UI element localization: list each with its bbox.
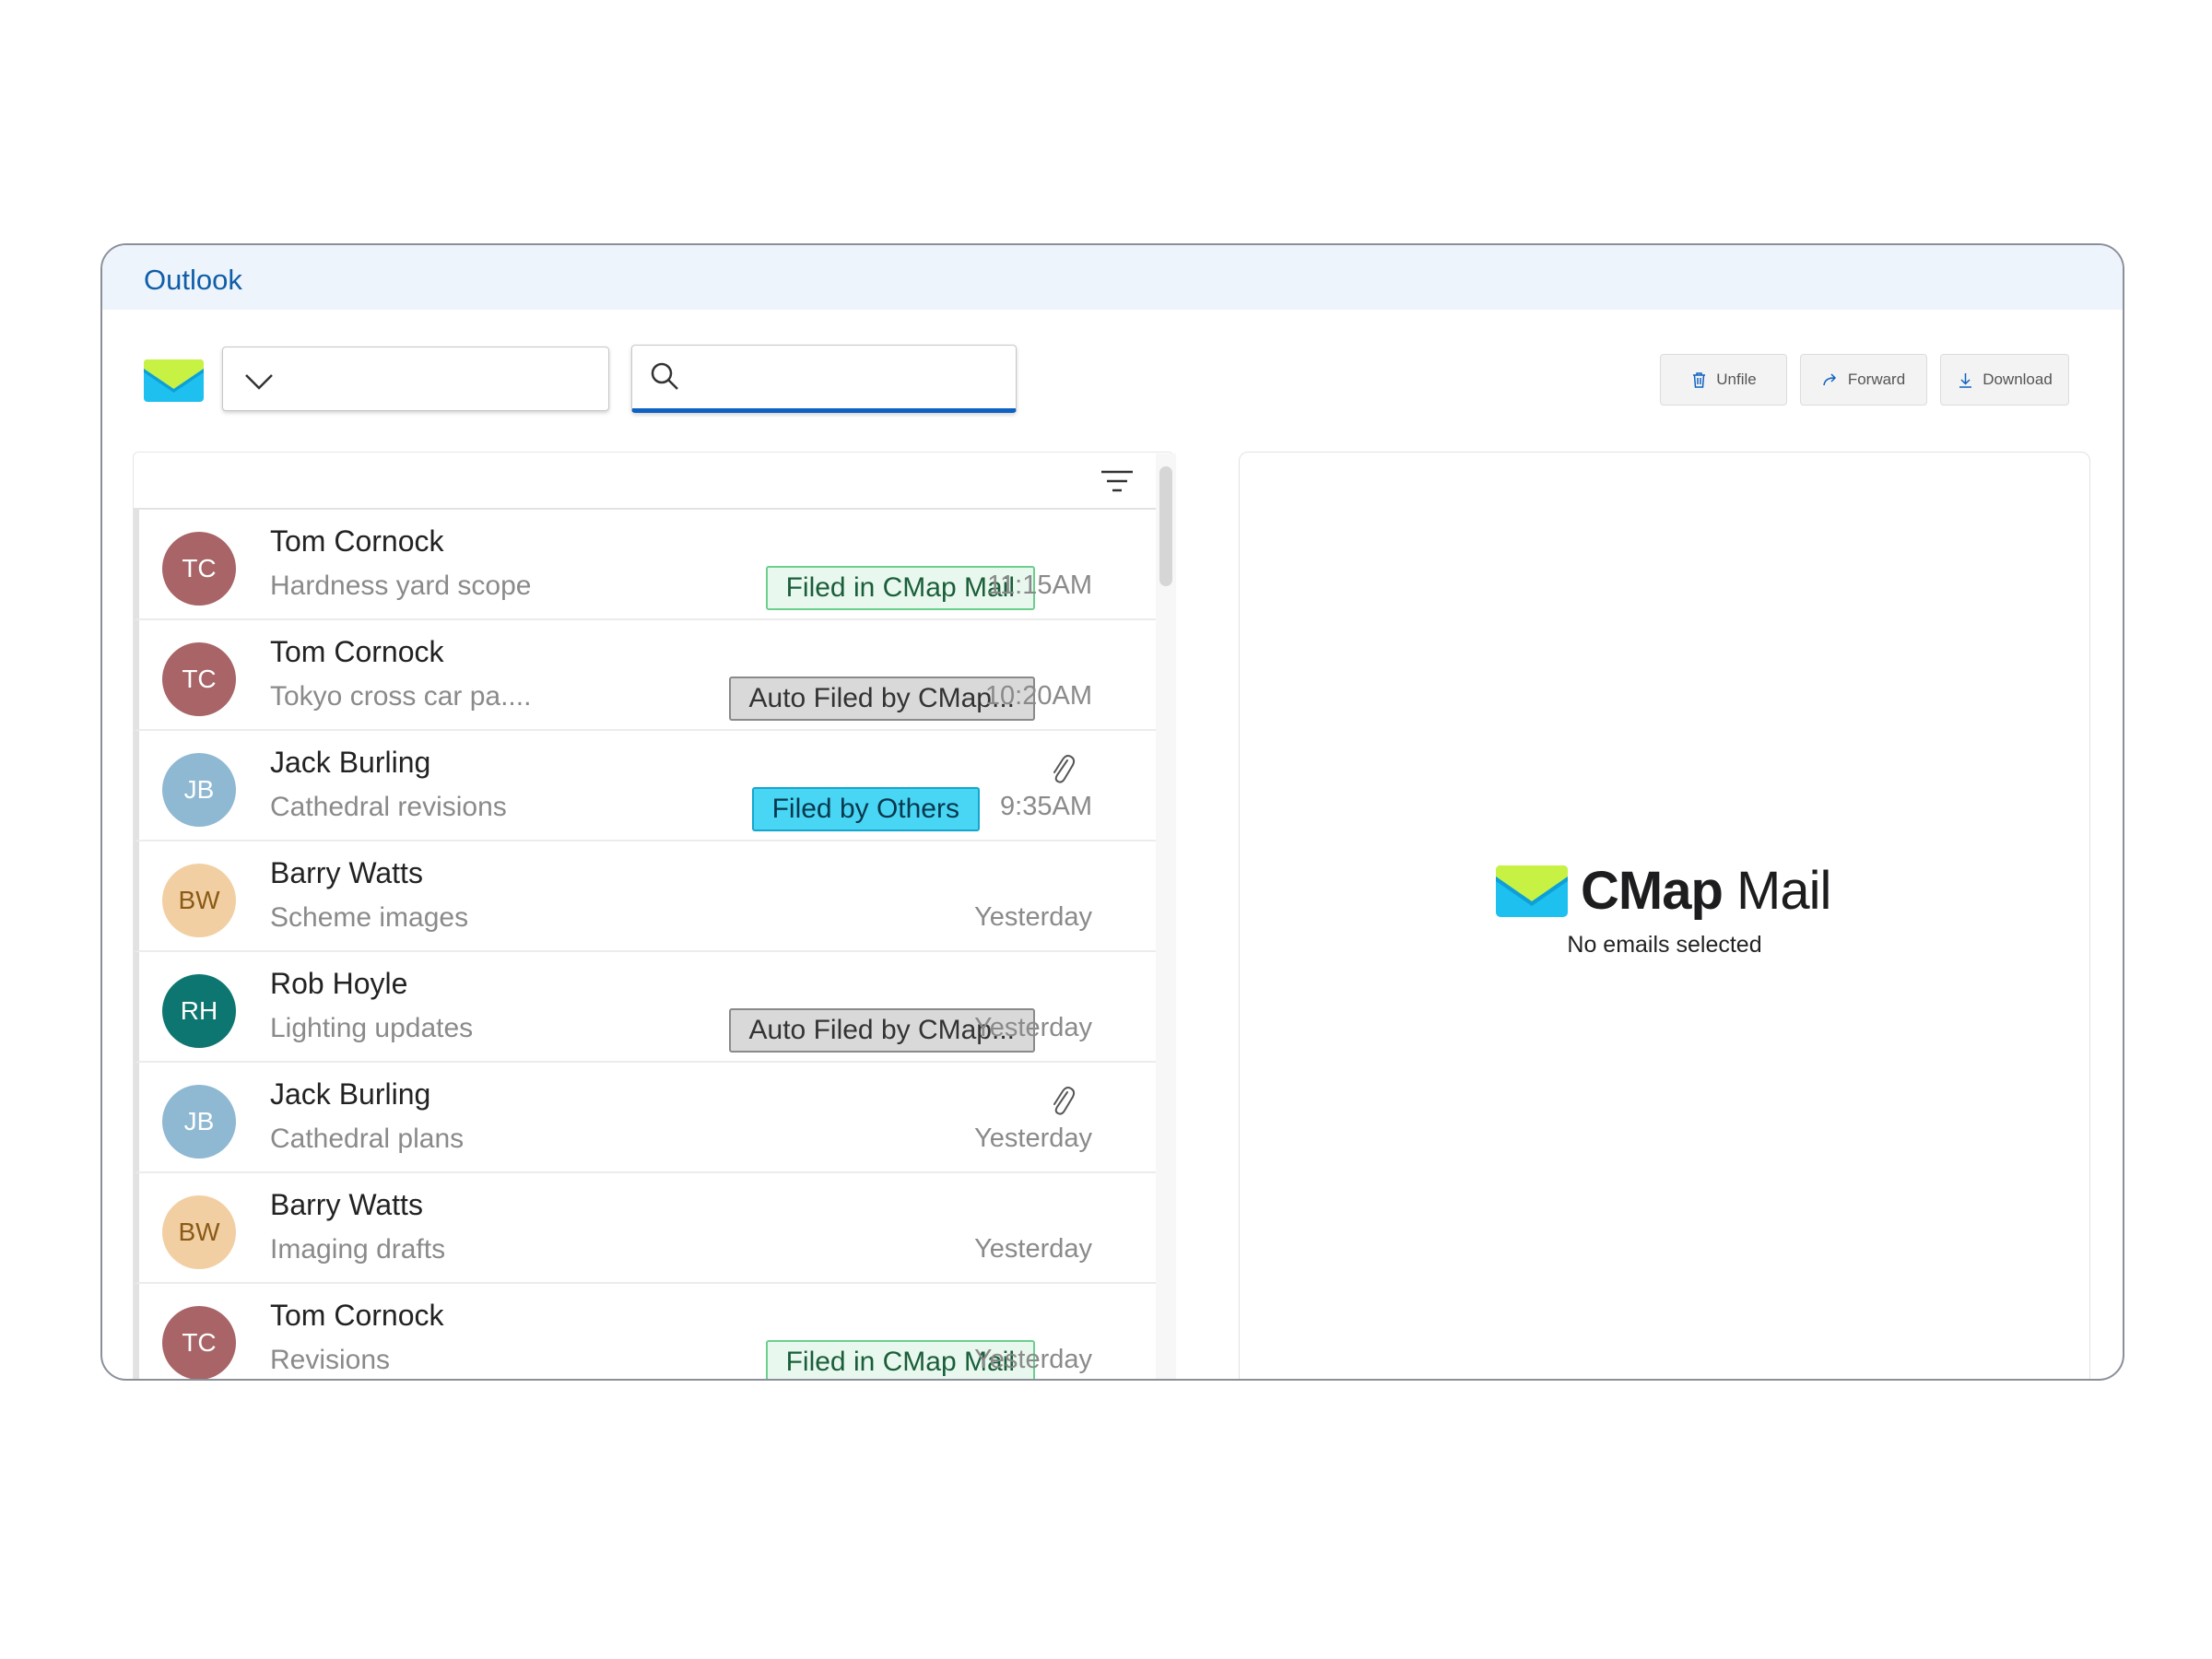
- window-title: Outlook: [144, 264, 242, 296]
- email-subject: Revisions: [270, 1345, 391, 1375]
- email-sender: Jack Burling: [270, 1077, 431, 1111]
- email-list-panel: TC Tom Cornock Hardness yard scope Filed in…: [133, 452, 1174, 1379]
- email-sender: Barry Watts: [270, 1188, 423, 1221]
- email-sender: Rob Hoyle: [270, 967, 408, 1000]
- forward-button[interactable]: Forward: [1800, 354, 1927, 406]
- email-sender: Tom Cornock: [270, 635, 444, 668]
- avatar: TC: [162, 642, 236, 716]
- paperclip-icon: [1053, 1087, 1076, 1115]
- avatar: TC: [162, 1306, 236, 1379]
- email-time: 11:15AM: [987, 571, 1092, 600]
- scrollbar-thumb[interactable]: [1159, 466, 1172, 586]
- download-label: Download: [1983, 371, 2053, 388]
- cmap-mail-brand: CMap Mail: [1496, 860, 1831, 922]
- brand-name: CMap Mail: [1581, 860, 1831, 922]
- email-list-header: [134, 453, 1173, 510]
- email-subject: Lighting updates: [270, 1013, 474, 1043]
- email-row[interactable]: TC Tom Cornock Tokyo cross car pa.... Auto …: [134, 620, 1173, 731]
- email-subject: Hardness yard scope: [270, 571, 532, 601]
- unfile-button[interactable]: Unfile: [1660, 354, 1787, 406]
- trash-icon: [1693, 371, 1706, 388]
- avatar: JB: [162, 1085, 236, 1159]
- brand-name-regular: Mail: [1722, 861, 1831, 921]
- empty-state-message: No emails selected: [1567, 932, 1762, 958]
- brand-name-bold: CMap: [1581, 861, 1724, 921]
- cmap-mail-envelope-icon: [1496, 865, 1568, 917]
- search-input[interactable]: [691, 355, 995, 401]
- email-time: Yesterday: [974, 1013, 1092, 1042]
- email-subject: Scheme images: [270, 902, 469, 933]
- email-list: TC Tom Cornock Hardness yard scope Filed in…: [134, 510, 1173, 1379]
- email-list-scrollbar[interactable]: [1156, 453, 1176, 1379]
- search-icon: [651, 362, 678, 390]
- email-subject: Tokyo cross car pa....: [270, 681, 532, 712]
- email-subject: Cathedral revisions: [270, 792, 507, 822]
- email-sender: Barry Watts: [270, 856, 423, 889]
- email-sender: Tom Cornock: [270, 524, 444, 558]
- forward-arrow-icon: [1823, 372, 1836, 385]
- unfile-label: Unfile: [1716, 371, 1757, 388]
- email-row[interactable]: BW Barry Watts Imaging drafts Yesterday: [134, 1173, 1173, 1284]
- download-icon: [1959, 372, 1972, 388]
- email-time: Yesterday: [974, 1234, 1092, 1264]
- search-box[interactable]: [631, 345, 1017, 413]
- email-row[interactable]: TC Tom Cornock Hardness yard scope Filed in…: [134, 510, 1173, 620]
- avatar: TC: [162, 532, 236, 606]
- email-time: 9:35AM: [1000, 792, 1092, 821]
- email-row[interactable]: RH Rob Hoyle Lighting updates Auto Filed by…: [134, 952, 1173, 1063]
- cmap-mail-logo-icon: [144, 359, 204, 402]
- email-time: Yesterday: [974, 1345, 1092, 1374]
- paperclip-icon: [1053, 755, 1076, 783]
- email-time: Yesterday: [974, 1124, 1092, 1153]
- email-subject: Imaging drafts: [270, 1234, 446, 1265]
- email-sender: Tom Cornock: [270, 1299, 444, 1332]
- email-sender: Jack Burling: [270, 746, 431, 779]
- email-time: Yesterday: [974, 902, 1092, 932]
- email-row[interactable]: TC Tom Cornock Revisions Filed in CMap Mail…: [134, 1284, 1173, 1379]
- email-row[interactable]: JB Jack Burling Cathedral plans Yesterday: [134, 1063, 1173, 1173]
- email-time: 10:20AM: [984, 681, 1092, 711]
- reading-pane: CMap Mail No emails selected: [1239, 452, 2090, 1379]
- download-button[interactable]: Download: [1940, 354, 2069, 406]
- filter-icon[interactable]: [1099, 467, 1135, 495]
- avatar: JB: [162, 753, 236, 827]
- filing-status-tag: Filed by Others: [751, 787, 980, 831]
- title-bar: Outlook: [102, 245, 2123, 310]
- email-subject: Cathedral plans: [270, 1124, 465, 1154]
- avatar: BW: [162, 864, 236, 937]
- outlook-window: Outlook Unfile Forward Download TC Tom C…: [100, 243, 2124, 1381]
- chevron-down-icon: [245, 374, 273, 390]
- folder-dropdown[interactable]: [222, 347, 609, 411]
- avatar: BW: [162, 1195, 236, 1269]
- forward-label: Forward: [1847, 371, 1906, 388]
- email-row[interactable]: BW Barry Watts Scheme images Yesterday: [134, 841, 1173, 952]
- avatar: RH: [162, 974, 236, 1048]
- email-row[interactable]: JB Jack Burling Cathedral revisions Filed b…: [134, 731, 1173, 841]
